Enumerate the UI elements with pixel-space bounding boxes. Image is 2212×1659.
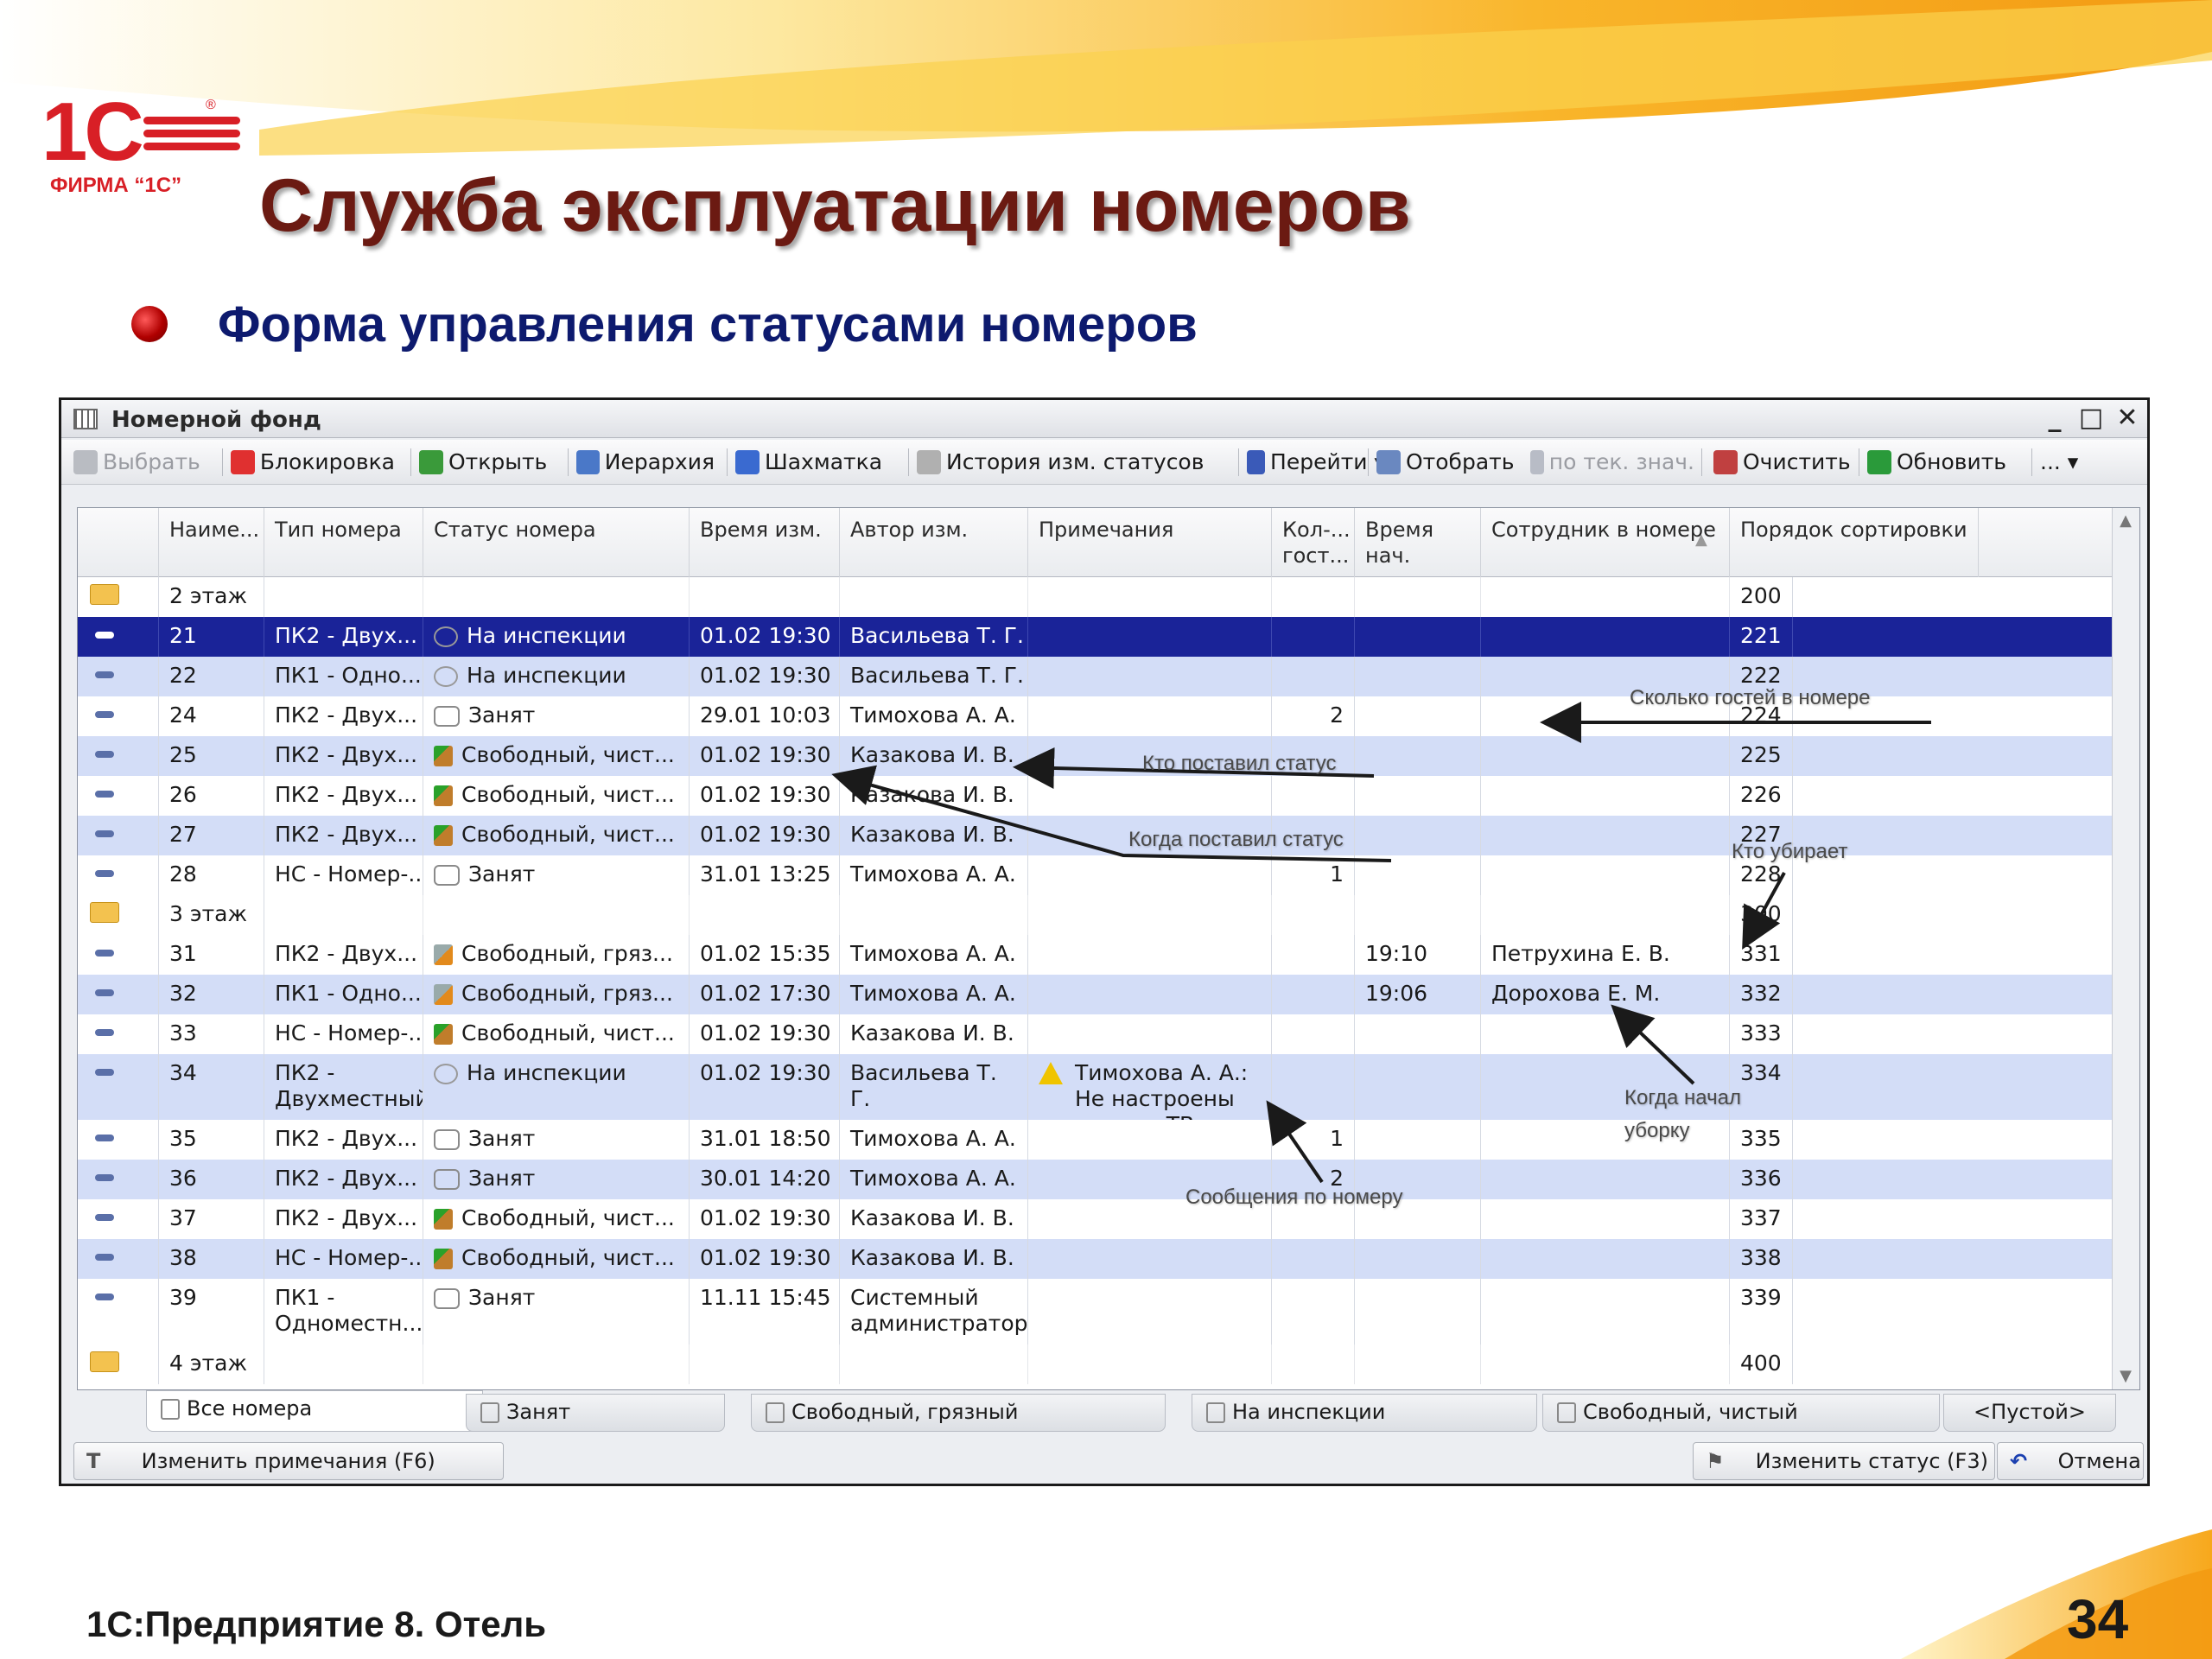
arrow-who-cleans	[1742, 872, 1786, 950]
slide: 1С ® ФИРМА “1С” Служба эксплуатации номе…	[0, 0, 2212, 1659]
slide-footer: 1С:Предприятие 8. Отель	[86, 1604, 547, 1644]
page-number: 34	[2067, 1588, 2129, 1650]
arrow-messages	[1266, 1100, 1324, 1184]
annotation-when-cleaning: Когда начал уборку	[1624, 1086, 1741, 1142]
annotation-guests: Сколько гостей в номере	[1630, 686, 1871, 709]
annotation-who-cleans: Кто убирает	[1732, 840, 1848, 863]
annotation-who-set: Кто поставил статус	[1142, 752, 1337, 775]
annotation-arrows	[831, 702, 1931, 1184]
arrow-when-cleaning	[1611, 1004, 1695, 1085]
annotation-messages: Сообщения по номеру	[1185, 1185, 1403, 1209]
annotation-when-set: Когда поставил статус	[1128, 828, 1344, 851]
